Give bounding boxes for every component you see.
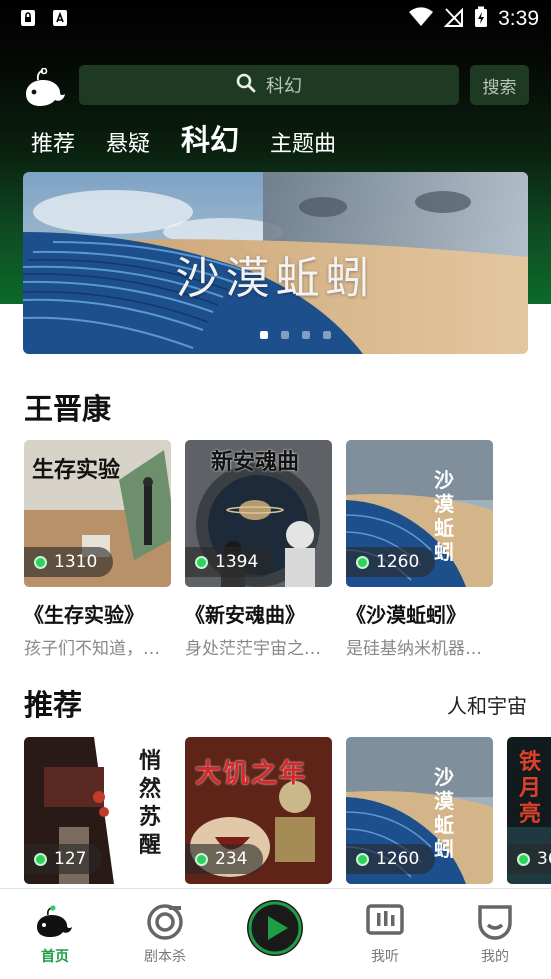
play-dot-icon: [356, 852, 369, 866]
search-input[interactable]: 科幻: [79, 65, 459, 105]
search-button[interactable]: 搜索: [470, 65, 529, 105]
play-count: 1260: [376, 552, 420, 572]
cover-title: 大饥之年: [195, 759, 308, 789]
play-count: 1260: [376, 849, 420, 869]
nav-label: 我的: [481, 949, 509, 965]
section-title-author: 王晋康: [24, 392, 112, 426]
section-title-recommend: 推荐: [24, 688, 83, 722]
story-title: 《沙漠蚯蚓》: [346, 603, 466, 627]
cover-title: 悄然苏醒: [139, 748, 162, 858]
play-dot-icon: [195, 852, 208, 866]
story-card[interactable]: 生存实验 1310 《生存实验》 孩子们不知道，…: [24, 440, 171, 659]
play-count: 1310: [54, 552, 98, 572]
story-description: 孩子们不知道，…: [24, 639, 160, 659]
play-dot-icon: [34, 852, 47, 866]
banner-title: 沙漠蚯蚓: [175, 253, 376, 304]
cover-title: 沙漠蚯蚓: [434, 765, 454, 861]
play-count: 1394: [215, 552, 259, 572]
nav-label: 首页: [41, 949, 69, 965]
cover-title: 新安魂曲: [211, 449, 300, 475]
carousel-dot: [302, 331, 310, 339]
play-count-badge: 1260: [346, 844, 436, 874]
story-description: 身处茫茫宇宙之…: [185, 639, 321, 659]
play-dot-icon: [195, 555, 208, 569]
tab-recommend[interactable]: 推荐: [31, 130, 75, 160]
nav-label: 剧本杀: [144, 949, 186, 965]
play-count: 36: [537, 849, 551, 869]
story-cover[interactable]: 大饥之年 234: [185, 737, 332, 884]
story-description: 是硅基纳米机器…: [346, 639, 482, 659]
story-cover[interactable]: 悄然苏醒 127: [24, 737, 171, 884]
story-title: 《生存实验》: [24, 603, 144, 627]
battery-charging-icon: [474, 6, 488, 32]
play-icon: [245, 898, 305, 962]
search-placeholder: 科幻: [266, 76, 302, 97]
cover-title: 铁月亮: [519, 749, 542, 827]
carousel-dot: [323, 331, 331, 339]
cover-title: 生存实验: [32, 457, 121, 483]
section-more-link[interactable]: 人和宇宙: [447, 690, 527, 719]
play-count-badge: 1310: [24, 547, 114, 577]
story-title: 《新安魂曲》: [185, 603, 305, 627]
nav-label: 我听: [371, 949, 399, 965]
bottom-navigation: 首页 剧本杀 我听 我的: [0, 888, 551, 979]
play-count-badge: 234: [185, 844, 264, 874]
nav-profile[interactable]: 我的: [440, 889, 550, 979]
nav-play[interactable]: [220, 889, 330, 979]
profile-icon: [476, 903, 514, 945]
search-icon: [236, 73, 256, 97]
banner-carousel[interactable]: 沙漠蚯蚓: [23, 172, 528, 354]
play-count: 127: [54, 849, 87, 869]
tab-suspense[interactable]: 悬疑: [106, 130, 150, 160]
play-count: 234: [215, 849, 248, 869]
app-notification-icon: [52, 9, 68, 27]
play-count-badge: 1260: [346, 547, 436, 577]
lock-notification-icon: [20, 9, 36, 27]
wifi-icon: [408, 7, 434, 31]
story-cover[interactable]: 新安魂曲 1394: [185, 440, 332, 587]
play-count-badge: 1394: [185, 547, 275, 577]
no-signal-icon: [443, 7, 464, 31]
tab-scifi[interactable]: 科幻: [181, 120, 239, 160]
carousel-dot: [281, 331, 289, 339]
target-icon: [146, 903, 184, 945]
nav-script-game[interactable]: 剧本杀: [110, 889, 220, 979]
listen-icon: [365, 903, 405, 943]
play-count-badge: 127: [24, 844, 103, 874]
story-card[interactable]: 沙漠蚯蚓 1260: [346, 737, 493, 884]
status-bar: 3:39: [0, 0, 551, 38]
story-card[interactable]: 大饥之年 234: [185, 737, 332, 884]
play-dot-icon: [356, 555, 369, 569]
cover-title: 沙漠蚯蚓: [434, 468, 454, 564]
app-logo-icon[interactable]: [22, 67, 66, 108]
carousel-indicator: [23, 331, 528, 339]
nav-listen[interactable]: 我听: [330, 889, 440, 979]
play-dot-icon: [34, 555, 47, 569]
carousel-dot: [260, 331, 268, 339]
story-card[interactable]: 新安魂曲 1394 《新安魂曲》 身处茫茫宇宙之…: [185, 440, 332, 659]
story-card[interactable]: 铁月亮 36: [507, 737, 551, 884]
status-time: 3:39: [498, 7, 539, 30]
tab-theme-song[interactable]: 主题曲: [270, 130, 336, 160]
story-cover[interactable]: 沙漠蚯蚓 1260: [346, 737, 493, 884]
story-cover[interactable]: 沙漠蚯蚓 1260: [346, 440, 493, 587]
story-card[interactable]: 悄然苏醒 127: [24, 737, 171, 884]
story-cover[interactable]: 生存实验 1310: [24, 440, 171, 587]
story-cover[interactable]: 铁月亮 36: [507, 737, 551, 884]
play-dot-icon: [517, 852, 530, 866]
nav-home[interactable]: 首页: [0, 889, 110, 979]
play-count-badge: 36: [507, 844, 551, 874]
story-card[interactable]: 沙漠蚯蚓 1260 《沙漠蚯蚓》 是硅基纳米机器…: [346, 440, 493, 659]
category-tabs: 推荐 悬疑 科幻 主题曲: [31, 118, 367, 160]
whale-home-icon: [34, 905, 76, 943]
